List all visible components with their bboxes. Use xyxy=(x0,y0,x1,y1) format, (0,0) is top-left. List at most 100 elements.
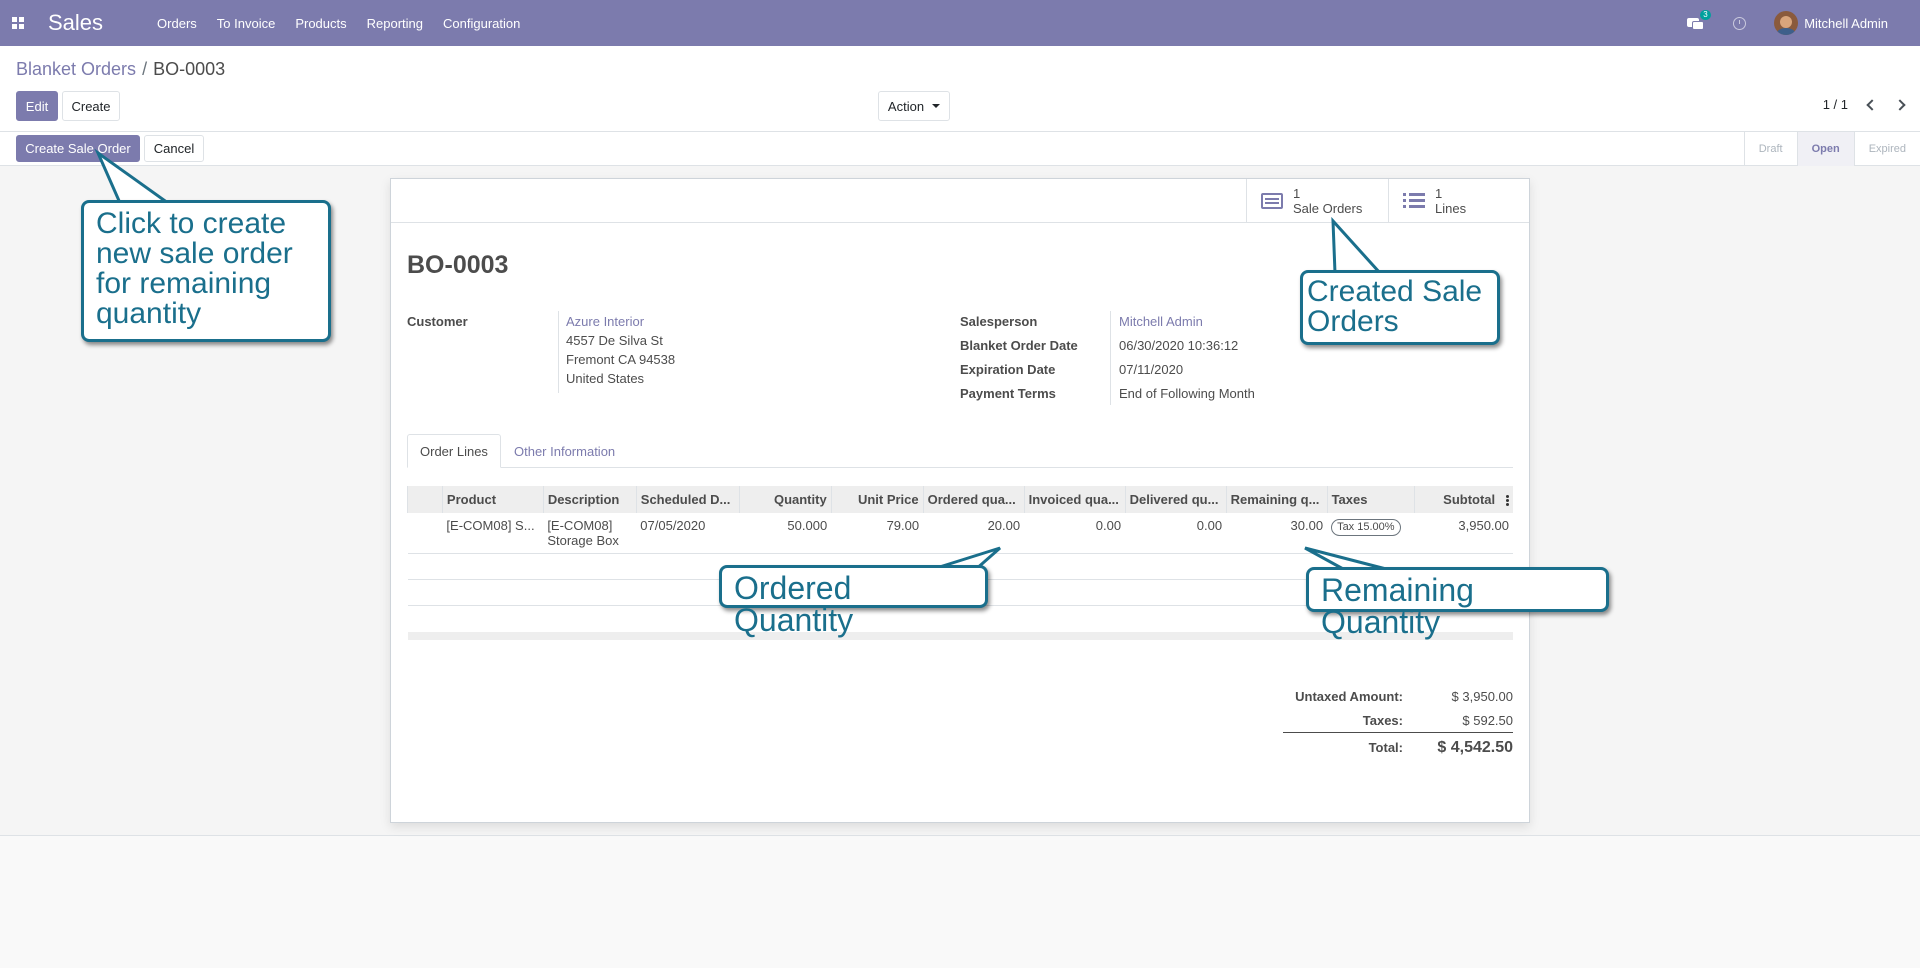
column-header-scheduled-date[interactable]: Scheduled D... xyxy=(635,486,740,513)
action-label: Action xyxy=(887,98,925,114)
chevron-right-icon[interactable] xyxy=(1894,98,1906,111)
column-header-delivered-qty[interactable]: Delivered qu... xyxy=(1124,486,1227,513)
callout-create-order-line3: for remaining xyxy=(96,267,272,300)
customer-name[interactable]: Azure Interior xyxy=(566,314,644,329)
menu-to-invoice[interactable]: To Invoice xyxy=(217,16,276,31)
breadcrumb: Blanket Orders / BO-0003 xyxy=(16,59,225,80)
expiration-date-label: Expiration Date xyxy=(960,362,1056,377)
apps-icon[interactable] xyxy=(10,15,26,31)
column-header-quantity[interactable]: Quantity xyxy=(738,486,832,513)
user-menu[interactable]: Mitchell Admin xyxy=(1804,16,1888,31)
cancel-button[interactable]: Cancel xyxy=(144,135,204,162)
taxes-label: Taxes: xyxy=(1362,712,1403,728)
callout-create-order-line2: new sale order xyxy=(96,237,293,270)
lines-smart-button[interactable]: 1 Lines xyxy=(1388,179,1530,223)
customer-address-line1: 4557 De Silva St xyxy=(566,333,663,348)
menu-orders[interactable]: Orders xyxy=(157,16,197,31)
clock-icon[interactable] xyxy=(1733,16,1747,30)
app-name[interactable]: Sales xyxy=(48,10,103,36)
expiration-date-value: 07/11/2020 xyxy=(1119,362,1184,377)
lines-label: Lines xyxy=(1435,201,1467,216)
cell-remaining-qty: 30.00 xyxy=(1226,513,1328,554)
cell-taxes: Tax 15.00% xyxy=(1327,513,1415,554)
list-icon xyxy=(1403,192,1425,210)
cell-description: [E-COM08] Storage Box xyxy=(543,513,637,554)
select-column-header xyxy=(407,486,443,513)
column-header-unit-price[interactable]: Unit Price xyxy=(830,486,924,513)
tax-badge: Tax 15.00% xyxy=(1331,519,1401,536)
tab-other-information[interactable]: Other Information xyxy=(502,434,627,468)
menu-products[interactable]: Products xyxy=(295,16,346,31)
total-row: Total: $ 4,542.50 xyxy=(1283,732,1513,762)
column-header-remaining-qty[interactable]: Remaining q... xyxy=(1225,486,1328,513)
create-sale-order-button[interactable]: Create Sale Order xyxy=(16,135,140,162)
cell-ordered-qty: 20.00 xyxy=(923,513,1025,554)
action-dropdown[interactable]: Action xyxy=(878,91,950,121)
cell-invoiced-qty: 0.00 xyxy=(1024,513,1126,554)
menu-configuration[interactable]: Configuration xyxy=(443,16,520,31)
column-header-description[interactable]: Description xyxy=(542,486,637,513)
tab-order-lines[interactable]: Order Lines xyxy=(407,434,501,468)
optional-columns-icon[interactable] xyxy=(1506,495,1509,507)
payment-terms-value: End of Following Month xyxy=(1119,386,1255,401)
status-stages: Draft Open Expired xyxy=(1743,132,1920,166)
sale-orders-count: 1 xyxy=(1293,186,1301,201)
row-handle-cell xyxy=(407,513,443,554)
order-date-label: Blanket Order Date xyxy=(960,338,1078,353)
breadcrumb-separator: / xyxy=(142,59,148,79)
customer-address-line2: Fremont CA 94538 xyxy=(566,352,676,367)
column-header-subtotal: Subtotal xyxy=(1414,486,1513,513)
edit-button[interactable]: Edit xyxy=(16,91,58,121)
cell-scheduled-date: 07/05/2020 xyxy=(636,513,740,554)
callout-create-order-line4: quantity xyxy=(96,297,202,330)
cell-delivered-qty: 0.00 xyxy=(1125,513,1227,554)
chat-icon[interactable]: 3 xyxy=(1687,10,1711,30)
stage-open[interactable]: Open xyxy=(1796,132,1854,166)
sale-orders-smart-button[interactable]: 1 Sale Orders xyxy=(1246,179,1388,223)
callout-create-order-line1: Click to create xyxy=(96,207,287,240)
callout-created-orders: Created Sale Orders xyxy=(1300,270,1500,345)
payment-terms-label: Payment Terms xyxy=(960,386,1056,401)
notebook-tabs: Order Lines Other Information xyxy=(407,434,1513,468)
avatar[interactable] xyxy=(1774,11,1799,35)
create-button[interactable]: Create xyxy=(62,91,120,121)
sale-orders-label: Sale Orders xyxy=(1293,201,1363,216)
callout-ordered-qty: Ordered Quantity xyxy=(719,565,988,636)
menu-reporting[interactable]: Reporting xyxy=(367,16,423,31)
taxes-value: $ 592.50 xyxy=(1462,712,1513,728)
pager-value[interactable]: 1 / 1 xyxy=(1823,97,1848,112)
untaxed-label: Untaxed Amount: xyxy=(1295,688,1403,704)
callout-create-order: Click to create new sale order for remai… xyxy=(81,200,331,342)
untaxed-row: Untaxed Amount: $ 3,950.00 xyxy=(1283,684,1513,708)
column-header-taxes[interactable]: Taxes xyxy=(1326,486,1415,513)
cell-quantity: 50.000 xyxy=(739,513,832,554)
cell-product: [E-COM08] S... xyxy=(442,513,544,554)
chat-count-badge: 3 xyxy=(1700,10,1711,20)
stage-draft[interactable]: Draft xyxy=(1743,132,1797,166)
column-header-ordered-qty[interactable]: Ordered qua... xyxy=(922,486,1025,513)
untaxed-value: $ 3,950.00 xyxy=(1451,688,1513,704)
subtotal-header-label[interactable]: Subtotal xyxy=(1443,492,1495,507)
pager: 1 / 1 xyxy=(1823,97,1906,112)
sale-orders-icon xyxy=(1261,193,1283,209)
column-header-invoiced-qty[interactable]: Invoiced qua... xyxy=(1023,486,1126,513)
callout-created-line1: Created Sale xyxy=(1307,275,1483,308)
customer-label: Customer xyxy=(407,314,468,329)
stage-expired[interactable]: Expired xyxy=(1853,132,1920,166)
column-header-product[interactable]: Product xyxy=(441,486,544,513)
breadcrumb-blanket-orders[interactable]: Blanket Orders xyxy=(16,59,136,79)
totals-block: Untaxed Amount: $ 3,950.00 Taxes: $ 592.… xyxy=(1283,684,1513,762)
table-row[interactable]: [E-COM08] S... [E-COM08] Storage Box 07/0… xyxy=(407,513,1513,554)
order-date-value: 06/30/2020 10:36:12 xyxy=(1119,338,1239,353)
taxes-row: Taxes: $ 592.50 xyxy=(1283,708,1513,732)
description-line1: [E-COM08] xyxy=(547,518,613,533)
table-header-row: Product Description Scheduled D... Quant… xyxy=(407,486,1513,513)
salesperson-value[interactable]: Mitchell Admin xyxy=(1119,314,1203,329)
chevron-left-icon[interactable] xyxy=(1866,98,1878,111)
cell-subtotal: 3,950.00 xyxy=(1414,513,1513,554)
customer-address-line3: United States xyxy=(566,371,645,386)
callout-created-line2: Orders xyxy=(1307,305,1399,338)
caret-down-icon xyxy=(932,104,941,108)
record-title: BO-0003 xyxy=(407,251,509,279)
field-divider xyxy=(1110,311,1111,405)
